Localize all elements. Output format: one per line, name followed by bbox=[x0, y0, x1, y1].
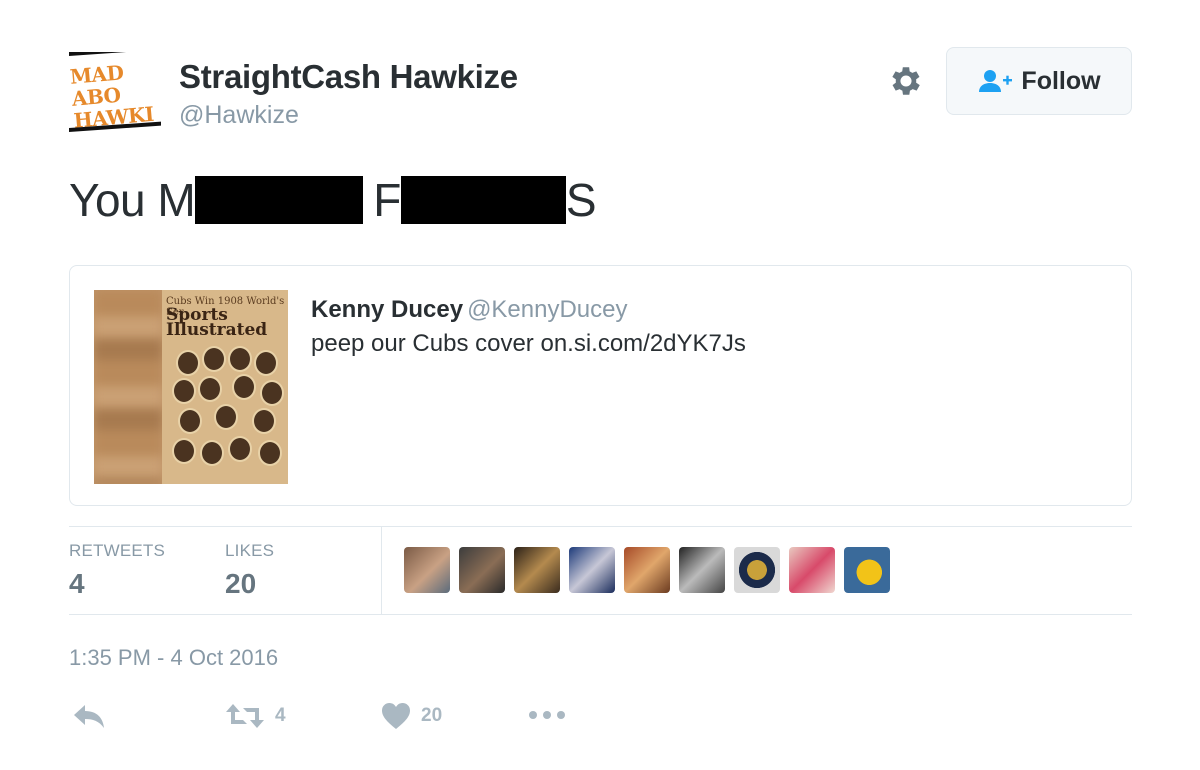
cover-face bbox=[232, 374, 256, 400]
add-user-icon bbox=[979, 70, 1013, 92]
redaction-bar bbox=[400, 176, 566, 224]
avatar[interactable]: MAD ABO HAWKI bbox=[69, 52, 161, 132]
liker-avatar[interactable] bbox=[404, 547, 450, 593]
liker-avatar[interactable] bbox=[679, 547, 725, 593]
reply-button[interactable] bbox=[72, 702, 106, 730]
liker-avatar[interactable] bbox=[789, 547, 835, 593]
tweet-text-part: F bbox=[373, 174, 401, 226]
heart-icon bbox=[382, 703, 410, 729]
cover-face bbox=[252, 408, 276, 434]
avatar-border-top bbox=[69, 52, 161, 56]
liker-avatar[interactable] bbox=[569, 547, 615, 593]
likes-label[interactable]: LIKES bbox=[225, 541, 274, 561]
divider bbox=[381, 527, 382, 614]
quoted-tweet[interactable]: Cubs Win 1908 World's Ser Sports Illustr… bbox=[69, 265, 1132, 506]
liker-avatar[interactable] bbox=[514, 547, 560, 593]
cover-face bbox=[260, 380, 284, 406]
more-button[interactable] bbox=[528, 708, 566, 722]
reply-icon bbox=[74, 705, 104, 728]
quoted-author-name: Kenny Ducey bbox=[311, 296, 464, 323]
quoted-tweet-image[interactable]: Cubs Win 1908 World's Ser Sports Illustr… bbox=[94, 290, 288, 484]
likers-avatars bbox=[404, 547, 890, 593]
cover-face bbox=[202, 346, 226, 372]
liker-avatar[interactable] bbox=[624, 547, 670, 593]
retweets-label[interactable]: RETWEETS bbox=[69, 541, 165, 561]
like-button[interactable]: 20 bbox=[381, 702, 442, 730]
divider bbox=[69, 526, 1132, 527]
display-name[interactable]: StraightCash Hawkize bbox=[179, 58, 518, 96]
retweet-count: 4 bbox=[275, 705, 286, 726]
liker-avatar[interactable] bbox=[844, 547, 890, 593]
cover-team-photos bbox=[172, 346, 288, 476]
cover-face bbox=[214, 404, 238, 430]
gear-icon[interactable] bbox=[887, 62, 925, 100]
screen-name[interactable]: @Hawkize bbox=[179, 101, 299, 130]
redaction-bar bbox=[195, 176, 364, 224]
cover-face bbox=[258, 440, 282, 466]
retweet-icon bbox=[226, 704, 264, 728]
magazine-cover: Cubs Win 1908 World's Ser Sports Illustr… bbox=[162, 290, 288, 484]
tweet-text: You M F S bbox=[69, 170, 597, 230]
avatar-logo: MAD ABO HAWKI bbox=[69, 57, 161, 132]
divider bbox=[69, 614, 1132, 615]
more-icon bbox=[529, 711, 565, 719]
quoted-tweet-author[interactable]: Kenny Ducey @KennyDucey bbox=[311, 296, 628, 324]
cover-face bbox=[172, 438, 196, 464]
cover-face bbox=[200, 440, 224, 466]
cover-face bbox=[172, 378, 196, 404]
cover-face bbox=[254, 350, 278, 376]
follow-label: Follow bbox=[1021, 66, 1101, 95]
liker-avatar[interactable] bbox=[459, 547, 505, 593]
tweet-text-part: S bbox=[565, 174, 597, 226]
retweet-button[interactable]: 4 bbox=[225, 702, 286, 730]
image-blur-edge bbox=[94, 290, 162, 484]
cover-brand: Sports Illustrated bbox=[166, 305, 268, 340]
quoted-author-handle: @KennyDucey bbox=[467, 296, 628, 323]
quoted-tweet-text: peep our Cubs cover on.si.com/2dYK7Js bbox=[311, 330, 746, 357]
cover-face bbox=[178, 408, 202, 434]
follow-button[interactable]: Follow bbox=[946, 47, 1132, 115]
cover-face bbox=[176, 350, 200, 376]
tweet-timestamp[interactable]: 1:35 PM - 4 Oct 2016 bbox=[69, 645, 278, 671]
retweets-count[interactable]: 4 bbox=[69, 568, 85, 600]
likes-count[interactable]: 20 bbox=[225, 568, 256, 600]
tweet-text-part: You M bbox=[69, 174, 196, 226]
cover-face bbox=[228, 346, 252, 372]
cover-face bbox=[228, 436, 252, 462]
liker-avatar[interactable] bbox=[734, 547, 780, 593]
cover-face bbox=[198, 376, 222, 402]
like-count: 20 bbox=[421, 705, 443, 726]
